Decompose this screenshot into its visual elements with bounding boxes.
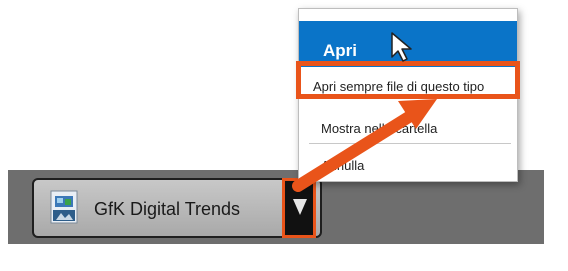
download-options-button[interactable] — [282, 178, 316, 238]
menu-item-show-in-folder[interactable]: Mostra nella cartella — [299, 113, 517, 143]
triangle-down-icon — [293, 199, 307, 215]
menu-item-cancel[interactable]: Annulla — [299, 149, 517, 179]
mouse-pointer-icon — [391, 32, 412, 62]
annotation-highlight-box — [296, 61, 520, 99]
menu-divider — [309, 143, 511, 144]
document-app-icon — [50, 190, 78, 224]
download-file-name: GfK Digital Trends — [94, 199, 241, 219]
download-item[interactable]: GfK Digital Trends — [32, 178, 322, 238]
